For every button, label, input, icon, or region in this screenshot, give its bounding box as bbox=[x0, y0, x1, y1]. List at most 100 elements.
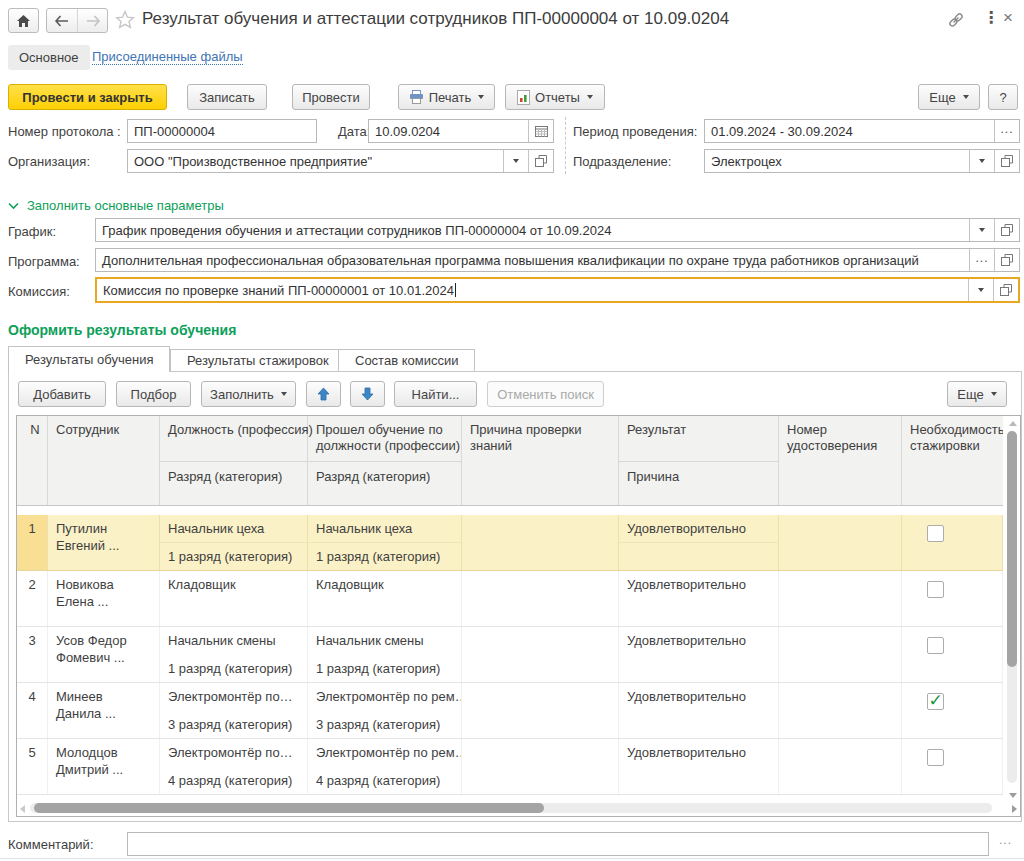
protocol-label: Номер протокола : bbox=[8, 124, 121, 139]
open-form-icon bbox=[1001, 254, 1013, 266]
schedule-dropdown-button[interactable] bbox=[969, 219, 994, 241]
params-group-header[interactable]: Заполнить основные параметры bbox=[8, 198, 224, 213]
forward-button[interactable] bbox=[77, 9, 107, 32]
caret-down-icon bbox=[978, 288, 984, 292]
table-row[interactable]: 2 Новикова Елена ... Кладовщик Кладовщик… bbox=[17, 571, 1003, 627]
internship-checkbox[interactable] bbox=[927, 581, 944, 598]
column-separator bbox=[565, 117, 566, 174]
chevron-down-icon bbox=[8, 202, 19, 210]
col-header-position[interactable]: Должность (профессия)Разряд (категория) bbox=[160, 416, 308, 505]
back-button[interactable] bbox=[47, 9, 77, 32]
table-row[interactable]: 3 Усов Федор Фомевич ... Начальник смены… bbox=[17, 627, 1003, 683]
post-button[interactable]: Провести bbox=[292, 84, 370, 110]
internship-checkbox[interactable] bbox=[927, 693, 944, 710]
caret-down-icon bbox=[991, 392, 997, 396]
protocol-input[interactable]: ПП-00000004 bbox=[127, 119, 317, 143]
program-choose-button[interactable]: ... bbox=[969, 249, 994, 271]
help-button[interactable]: ? bbox=[988, 84, 1018, 110]
table-row[interactable]: 1 Путилин Евгений ... Начальник цеха1 ра… bbox=[17, 515, 1003, 571]
vertical-scrollbar[interactable] bbox=[1004, 416, 1020, 802]
ellipsis-icon: ... bbox=[1000, 122, 1013, 136]
scroll-right-icon[interactable] bbox=[1012, 805, 1017, 813]
tab-attachments[interactable]: Присоединенные файлы bbox=[92, 49, 243, 65]
org-input[interactable]: ООО "Производственное предприятие" bbox=[127, 149, 554, 173]
open-form-icon bbox=[1001, 224, 1013, 236]
more-button[interactable]: Еще bbox=[918, 84, 980, 110]
commission-dropdown-button[interactable] bbox=[968, 279, 993, 301]
horizontal-scrollbar[interactable] bbox=[17, 801, 1020, 815]
dept-input[interactable]: Электроцех bbox=[704, 149, 1020, 173]
period-choose-button[interactable]: ... bbox=[994, 120, 1019, 142]
kebab-menu-icon[interactable]: ⋮ bbox=[983, 8, 999, 27]
move-down-button[interactable] bbox=[350, 381, 385, 407]
org-open-button[interactable] bbox=[528, 150, 553, 172]
col-header-cert[interactable]: Номер удостоверения bbox=[779, 416, 902, 505]
move-up-button[interactable] bbox=[306, 381, 341, 407]
cancel-search-button[interactable]: Отменить поиск bbox=[487, 381, 604, 407]
internship-checkbox[interactable] bbox=[927, 749, 944, 766]
reports-button[interactable]: Отчеты bbox=[505, 84, 605, 110]
org-label: Организация: bbox=[8, 154, 90, 169]
window-bottom-border bbox=[0, 858, 1024, 859]
horizontal-scroll-thumb[interactable] bbox=[34, 803, 544, 813]
internship-checkbox[interactable] bbox=[927, 637, 944, 654]
comment-input[interactable] bbox=[127, 832, 989, 856]
find-button[interactable]: Найти... bbox=[394, 381, 477, 407]
org-dropdown-button[interactable] bbox=[503, 150, 528, 172]
col-header-internship[interactable]: Необходимость стажировки bbox=[902, 416, 1003, 505]
history-nav-group bbox=[46, 8, 108, 33]
scroll-left-icon[interactable] bbox=[20, 805, 25, 813]
caret-down-icon bbox=[979, 159, 985, 163]
home-icon bbox=[16, 14, 31, 28]
table-row[interactable]: 5 Молодцов Дмитрий ... Электромонтёр по…… bbox=[17, 739, 1003, 795]
write-button[interactable]: Записать bbox=[187, 84, 267, 110]
table-header: N Сотрудник Должность (профессия)Разряд … bbox=[17, 416, 1003, 506]
tab-commission-members[interactable]: Состав комиссии bbox=[338, 349, 475, 372]
home-button[interactable] bbox=[8, 8, 39, 33]
col-header-trained[interactable]: Прошел обучение по должности (профессии)… bbox=[308, 416, 462, 505]
vertical-scroll-thumb[interactable] bbox=[1007, 431, 1017, 667]
commission-input[interactable]: Комиссия по проверке знаний ПП-00000001 … bbox=[95, 277, 1020, 303]
favorite-star-icon[interactable] bbox=[115, 10, 135, 32]
report-icon bbox=[517, 90, 530, 105]
schedule-input[interactable]: График проведения обучения и аттестации … bbox=[95, 218, 1020, 242]
open-form-icon bbox=[1000, 284, 1012, 296]
calendar-button[interactable] bbox=[528, 120, 553, 142]
scroll-up-icon[interactable] bbox=[1009, 421, 1017, 426]
schedule-open-button[interactable] bbox=[994, 219, 1019, 241]
col-header-num[interactable]: N bbox=[17, 416, 48, 505]
date-input[interactable]: 10.09.0204 bbox=[368, 119, 554, 143]
period-input[interactable]: 01.09.2024 - 30.09.2024 ... bbox=[704, 119, 1020, 143]
col-header-reason[interactable]: Причина проверки знаний bbox=[462, 416, 619, 505]
program-open-button[interactable] bbox=[994, 249, 1019, 271]
comment-choose-button[interactable]: ... bbox=[999, 833, 1012, 847]
table-more-button[interactable]: Еще bbox=[947, 381, 1007, 407]
internship-checkbox[interactable] bbox=[927, 525, 944, 542]
arrow-left-icon bbox=[54, 15, 70, 27]
close-icon[interactable]: × bbox=[1003, 8, 1013, 28]
tab-main[interactable]: Основное bbox=[8, 45, 90, 70]
calendar-icon bbox=[535, 125, 548, 137]
dept-dropdown-button[interactable] bbox=[969, 150, 994, 172]
arrow-down-icon bbox=[361, 387, 374, 401]
caret-down-icon bbox=[281, 392, 287, 396]
dept-open-button[interactable] bbox=[994, 150, 1019, 172]
program-input[interactable]: Дополнительная профессиональная образова… bbox=[95, 248, 1020, 272]
add-row-button[interactable]: Добавить bbox=[18, 381, 106, 407]
tab-training-results[interactable]: Результаты обучения bbox=[8, 346, 170, 372]
open-form-icon bbox=[1001, 155, 1013, 167]
col-header-result[interactable]: РезультатПричина bbox=[619, 416, 779, 505]
scroll-down-icon[interactable] bbox=[1009, 793, 1017, 798]
commission-open-button[interactable] bbox=[993, 279, 1018, 301]
pick-button[interactable]: Подбор bbox=[116, 381, 191, 407]
header-gap bbox=[17, 506, 1020, 515]
post-and-close-button[interactable]: Провести и закрыть bbox=[8, 84, 167, 110]
fill-button[interactable]: Заполнить bbox=[201, 381, 296, 407]
table-row[interactable]: 4 Минеев Данила ... Электромонтёр по…3 р… bbox=[17, 683, 1003, 739]
print-button[interactable]: Печать bbox=[398, 84, 495, 110]
commission-label: Комиссия: bbox=[8, 284, 70, 299]
text-cursor bbox=[455, 283, 456, 297]
get-link-icon[interactable] bbox=[947, 12, 965, 31]
col-header-employee[interactable]: Сотрудник bbox=[48, 416, 160, 505]
tab-internship-results[interactable]: Результаты стажировок bbox=[170, 349, 346, 372]
